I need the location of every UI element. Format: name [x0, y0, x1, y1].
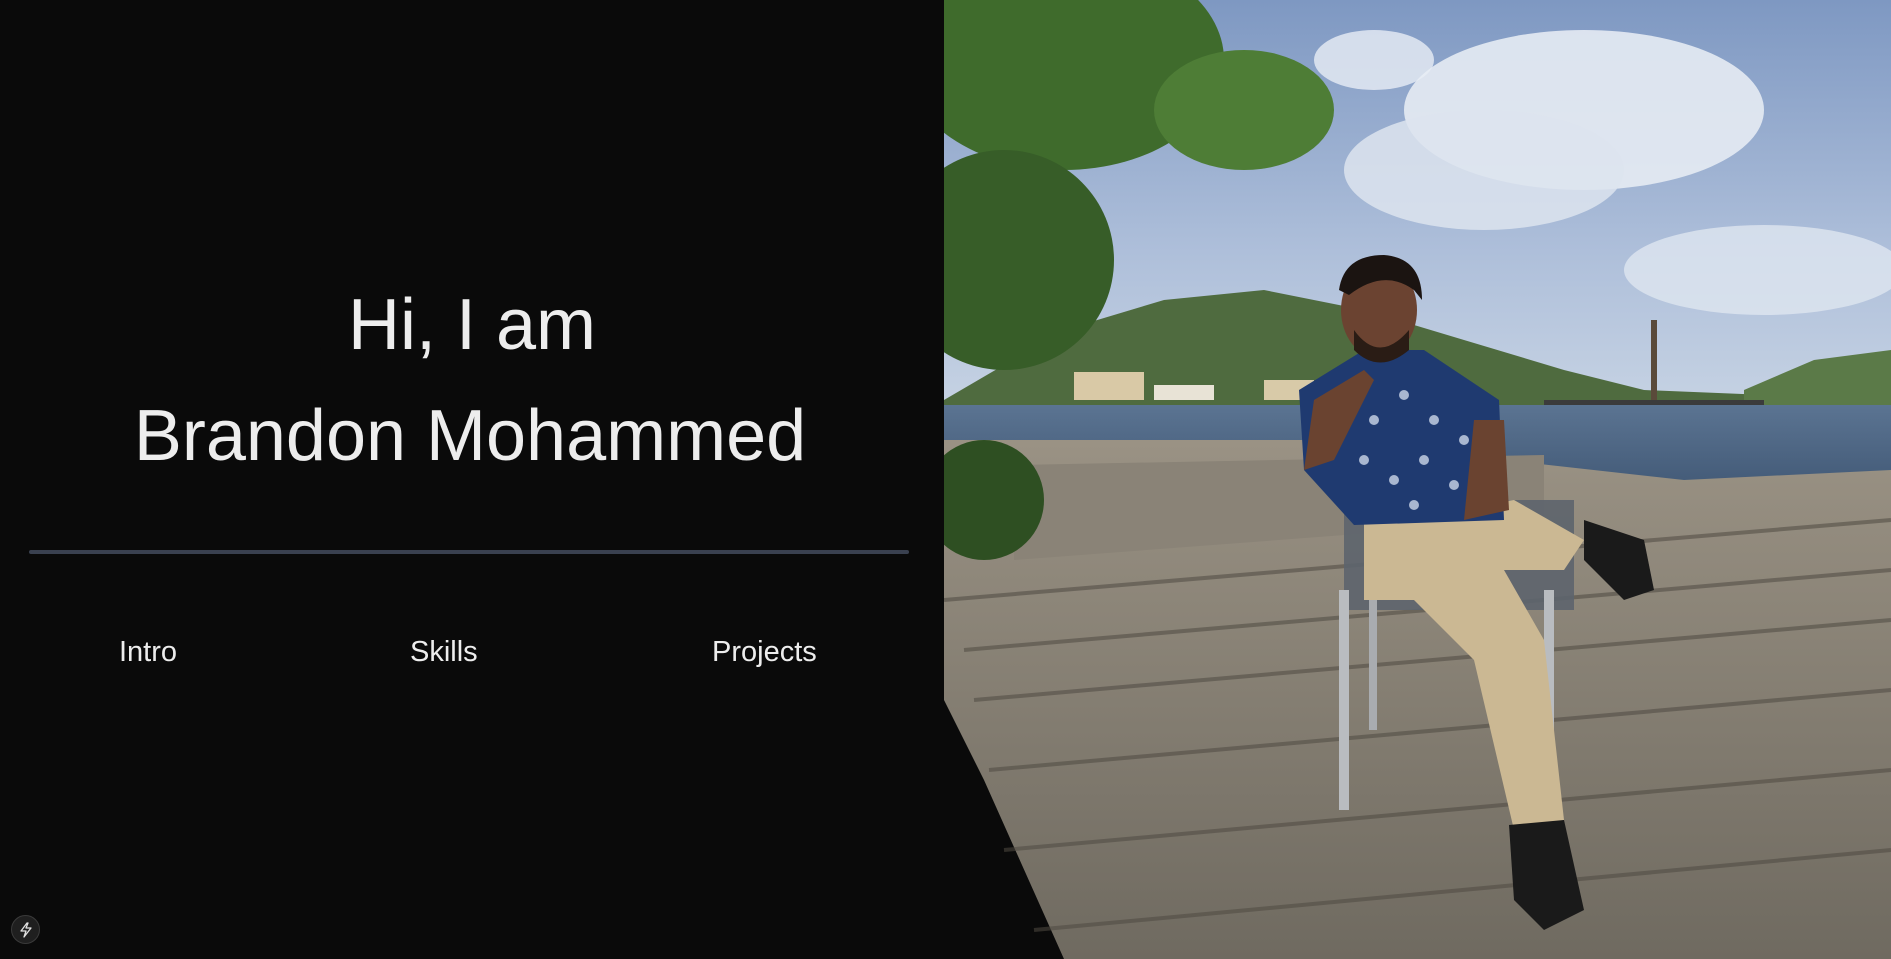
page: Hi, I am Brandon Mohammed Intro Skills P… [0, 0, 1891, 959]
nav-item-projects[interactable]: Projects [712, 632, 817, 672]
nav-item-skills[interactable]: Skills [410, 632, 478, 672]
dev-tools-button[interactable] [11, 915, 40, 944]
nav-item-intro[interactable]: Intro [119, 632, 177, 672]
lightning-bolt-icon [19, 921, 32, 938]
hero-name: Brandon Mohammed [133, 396, 807, 476]
photo-panel [944, 0, 1891, 959]
section-nav: Intro Skills Projects [0, 632, 944, 672]
hero-greeting: Hi, I am [347, 285, 597, 365]
portrait-photo [944, 0, 1891, 959]
hero-divider [29, 550, 909, 554]
hero-panel: Hi, I am Brandon Mohammed Intro Skills P… [0, 0, 944, 959]
